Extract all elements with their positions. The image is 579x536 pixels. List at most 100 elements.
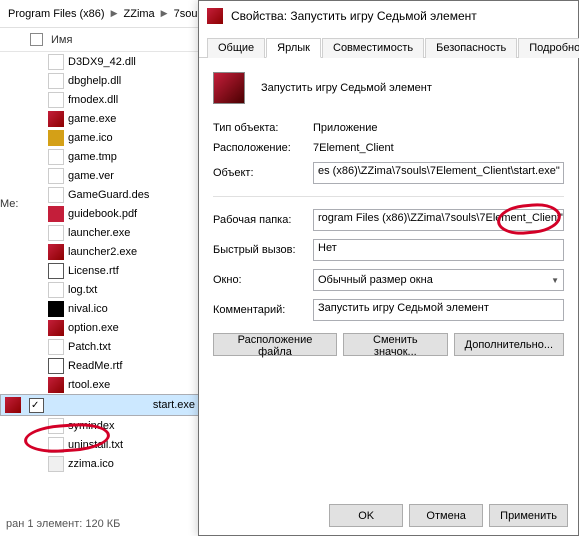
file-row[interactable]: game.ver xyxy=(0,166,200,185)
file-icon xyxy=(48,320,64,336)
file-name: nival.ico xyxy=(68,303,108,315)
file-icon xyxy=(48,73,64,89)
file-row[interactable]: ReadMe.rtf xyxy=(0,356,200,375)
file-row[interactable]: game.tmp xyxy=(0,147,200,166)
tab-Ярлык[interactable]: Ярлык xyxy=(266,38,321,58)
file-row[interactable]: start.exe xyxy=(0,394,200,416)
file-name: fmodex.dll xyxy=(68,94,118,106)
tab-Совместимость[interactable]: Совместимость xyxy=(322,38,424,58)
value-type: Приложение xyxy=(313,122,564,134)
file-icon xyxy=(48,418,64,434)
select-all-checkbox[interactable] xyxy=(30,33,43,46)
change-icon-button[interactable]: Сменить значок... xyxy=(343,333,448,356)
file-row[interactable]: log.txt xyxy=(0,280,200,299)
tab-Общие[interactable]: Общие xyxy=(207,38,265,58)
file-icon xyxy=(48,456,64,472)
file-list-panel: Имя Ме: D3DX9_42.dlldbghelp.dllfmodex.dl… xyxy=(0,28,200,516)
column-header[interactable]: Имя xyxy=(0,28,200,52)
file-name: game.exe xyxy=(68,113,116,125)
file-row[interactable]: nival.ico xyxy=(0,299,200,318)
file-row[interactable]: D3DX9_42.dll xyxy=(0,52,200,71)
tab-strip: ОбщиеЯрлыкСовместимостьБезопасностьПодро… xyxy=(199,31,578,58)
label-location: Расположение: xyxy=(213,142,307,154)
tab-Подробно[interactable]: Подробно xyxy=(518,38,579,58)
file-icon xyxy=(48,358,64,374)
tab-Безопасность[interactable]: Безопасность xyxy=(425,38,517,58)
breadcrumb-item[interactable]: ZZima xyxy=(120,6,159,22)
file-name: guidebook.pdf xyxy=(68,208,137,220)
file-row[interactable]: GameGuard.des xyxy=(0,185,200,204)
file-icon xyxy=(5,397,21,413)
properties-dialog: Свойства: Запустить игру Седьмой элемент… xyxy=(198,0,579,536)
file-name: ReadMe.rtf xyxy=(68,360,122,372)
value-location: 7Element_Client xyxy=(313,142,564,154)
status-bar: ран 1 элемент: 120 КБ xyxy=(0,516,126,536)
file-icon xyxy=(48,225,64,241)
file-icon xyxy=(48,168,64,184)
label-window: Окно: xyxy=(213,274,307,286)
file-name: GameGuard.des xyxy=(68,189,149,201)
file-row[interactable]: Patch.txt xyxy=(0,337,200,356)
file-row[interactable]: game.exe xyxy=(0,109,200,128)
file-row[interactable]: launcher.exe xyxy=(0,223,200,242)
label-type: Тип объекта: xyxy=(213,122,307,134)
file-row[interactable]: dbghelp.dll xyxy=(0,71,200,90)
shortcut-description: Запустить игру Седьмой элемент xyxy=(261,82,432,94)
file-icon xyxy=(48,377,64,393)
app-icon xyxy=(207,8,223,24)
file-name: zzima.ico xyxy=(68,458,114,470)
file-icon xyxy=(48,206,64,222)
file-name: log.txt xyxy=(68,284,97,296)
chevron-right-icon[interactable]: ▶ xyxy=(159,8,170,19)
hotkey-input[interactable]: Нет xyxy=(313,239,564,261)
file-row[interactable]: rtool.exe xyxy=(0,375,200,394)
file-name: game.ico xyxy=(68,132,113,144)
file-name: game.tmp xyxy=(68,151,117,163)
file-icon xyxy=(48,244,64,260)
file-row[interactable]: launcher2.exe xyxy=(0,242,200,261)
target-input[interactable]: es (x86)\ZZima\7souls\7Element_Client\st… xyxy=(313,162,564,184)
file-row[interactable]: fmodex.dll xyxy=(0,90,200,109)
file-row[interactable]: guidebook.pdf xyxy=(0,204,200,223)
file-row[interactable]: zzima.ico xyxy=(0,454,200,473)
dialog-titlebar[interactable]: Свойства: Запустить игру Седьмой элемент xyxy=(199,1,578,31)
file-icon xyxy=(48,92,64,108)
window-select[interactable]: Обычный размер окна▼ xyxy=(313,269,564,291)
file-row[interactable]: uninstall.txt xyxy=(0,435,200,454)
file-icon xyxy=(48,282,64,298)
ok-button[interactable]: OK xyxy=(329,504,403,527)
label-comment: Комментарий: xyxy=(213,304,307,316)
file-icon xyxy=(48,111,64,127)
apply-button[interactable]: Применить xyxy=(489,504,568,527)
file-name: dbghelp.dll xyxy=(68,75,121,87)
file-row[interactable]: License.rtf xyxy=(0,261,200,280)
comment-input[interactable]: Запустить игру Седьмой элемент xyxy=(313,299,564,321)
open-location-button[interactable]: Расположение файла xyxy=(213,333,337,356)
column-name-label: Имя xyxy=(51,34,72,46)
separator xyxy=(213,196,564,197)
file-name: D3DX9_42.dll xyxy=(68,56,136,68)
label-workdir: Рабочая папка: xyxy=(213,214,307,226)
file-icon xyxy=(48,54,64,70)
file-name: rtool.exe xyxy=(68,379,110,391)
label-target: Объект: xyxy=(213,167,307,179)
workdir-input[interactable]: rogram Files (x86)\ZZima\7souls\7Element… xyxy=(313,209,564,231)
file-row[interactable]: symindex xyxy=(0,416,200,435)
file-row[interactable]: option.exe xyxy=(0,318,200,337)
advanced-button[interactable]: Дополнительно... xyxy=(454,333,564,356)
file-name: option.exe xyxy=(68,322,119,334)
file-list: D3DX9_42.dll dbghelp.dll fmodex.dll game.ex… xyxy=(0,52,200,473)
file-icon xyxy=(48,187,64,203)
dialog-title: Свойства: Запустить игру Седьмой элемент xyxy=(231,9,477,23)
breadcrumb-item[interactable]: Program Files (x86) xyxy=(4,6,109,22)
file-icon xyxy=(48,130,64,146)
label-hotkey: Быстрый вызов: xyxy=(213,244,307,256)
file-name: symindex xyxy=(68,420,114,432)
tab-body: Запустить игру Седьмой элемент Тип объек… xyxy=(199,58,578,364)
chevron-right-icon[interactable]: ▶ xyxy=(109,8,120,19)
file-row[interactable]: game.ico xyxy=(0,128,200,147)
shortcut-icon xyxy=(213,72,245,104)
file-icon xyxy=(48,339,64,355)
cancel-button[interactable]: Отмена xyxy=(409,504,483,527)
file-icon xyxy=(48,149,64,165)
